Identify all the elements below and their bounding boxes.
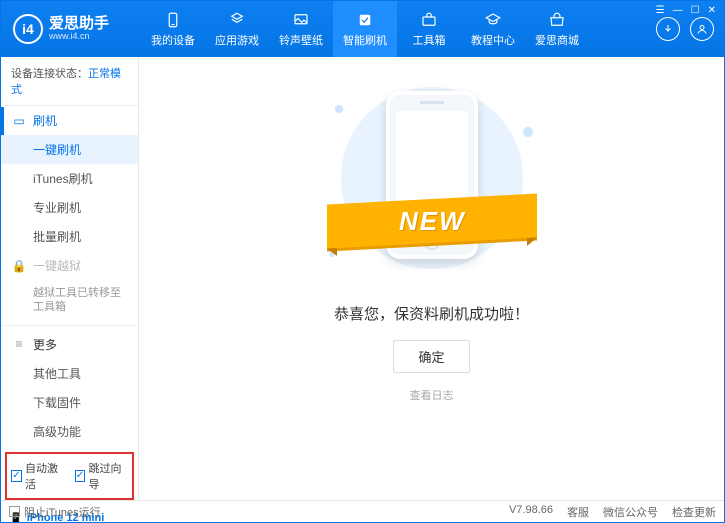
main-nav: 我的设备 应用游戏 铃声壁纸 智能刷机 工具箱 教程中心 [141,1,656,57]
list-icon: ≡ [11,337,27,351]
checkbox-row: ✓自动激活 ✓跳过向导 [5,452,134,500]
lock-icon: 🔒 [11,259,27,273]
store-icon [548,11,566,29]
sidebar-head-label: 更多 [33,336,57,353]
sidebar-item-other-tools[interactable]: 其他工具 [1,359,138,388]
body: 设备连接状态：正常模式 ▭ 刷机 一键刷机 iTunes刷机 专业刷机 批量刷机… [1,57,724,500]
success-illustration: NEW [327,87,537,277]
main-content: NEW 恭喜您，保资料刷机成功啦！ 确定 查看日志 [139,57,724,500]
block-itunes-label[interactable]: 阻止iTunes运行 [24,504,101,520]
sidebar-item-oneclick-flash[interactable]: 一键刷机 [1,135,138,164]
nav-label: 我的设备 [151,32,195,48]
sidebar-item-batch-flash[interactable]: 批量刷机 [1,222,138,251]
nav-store[interactable]: 爱思商城 [525,1,589,57]
wechat-link[interactable]: 微信公众号 [603,504,658,520]
sidebar-jailbreak-note: 越狱工具已转移至工具箱 [1,280,138,321]
sidebar-head-label: 一键越狱 [33,257,81,274]
sidebar-item-pro-flash[interactable]: 专业刷机 [1,193,138,222]
sidebar-head-flash[interactable]: ▭ 刷机 [1,106,138,135]
checkbox-label: 自动激活 [25,460,65,492]
update-link[interactable]: 检查更新 [672,504,716,520]
sidebar-section-jailbreak: 🔒 一键越狱 越狱工具已转移至工具箱 [1,251,138,321]
tutorial-icon [484,11,502,29]
top-right-icons [656,17,724,41]
checkbox-skip-wizard[interactable]: ✓跳过向导 [75,460,129,492]
view-log-link[interactable]: 查看日志 [410,387,454,403]
brand: i4 爱思助手 www.i4.cn [1,14,141,44]
sidebar-section-more: ≡ 更多 其他工具 下载固件 高级功能 [1,325,138,446]
wallpaper-icon [292,11,310,29]
phone-icon: ▭ [11,114,27,128]
close-icon[interactable]: ✕ [708,5,716,16]
nav-my-device[interactable]: 我的设备 [141,1,205,57]
success-message: 恭喜您，保资料刷机成功啦！ [334,303,529,324]
conn-label: 设备连接状态： [11,68,88,80]
maximize-icon[interactable]: ☐ [691,5,700,16]
nav-label: 爱思商城 [535,32,579,48]
nav-label: 铃声壁纸 [279,32,323,48]
sidebar-item-advanced[interactable]: 高级功能 [1,417,138,446]
nav-label: 应用游戏 [215,32,259,48]
user-button[interactable] [690,17,714,41]
brand-logo-icon: i4 [13,14,43,44]
nav-tutorials[interactable]: 教程中心 [461,1,525,57]
app-window: ☰ — ☐ ✕ i4 爱思助手 www.i4.cn 我的设备 应用游戏 铃声壁纸 [0,0,725,523]
download-button[interactable] [656,17,680,41]
nav-smart-flash[interactable]: 智能刷机 [333,1,397,57]
nav-ringtones[interactable]: 铃声壁纸 [269,1,333,57]
checkbox-icon: ✓ [75,470,86,482]
menu-icon[interactable]: ☰ [656,5,665,16]
minimize-icon[interactable]: — [673,5,683,16]
sidebar-item-download-firmware[interactable]: 下载固件 [1,388,138,417]
toolbox-icon [420,11,438,29]
sidebar-head-jailbreak[interactable]: 🔒 一键越狱 [1,251,138,280]
checkbox-icon[interactable] [9,506,20,517]
ok-button[interactable]: 确定 [393,340,469,373]
nav-label: 智能刷机 [343,32,387,48]
brand-subtitle: www.i4.cn [49,32,109,42]
support-link[interactable]: 客服 [567,504,589,520]
window-controls: ☰ — ☐ ✕ [656,5,716,16]
nav-apps[interactable]: 应用游戏 [205,1,269,57]
nav-toolbox[interactable]: 工具箱 [397,1,461,57]
sidebar-head-label: 刷机 [33,112,57,129]
sidebar-section-flash: ▭ 刷机 一键刷机 iTunes刷机 专业刷机 批量刷机 [1,106,138,251]
sidebar: 设备连接状态：正常模式 ▭ 刷机 一键刷机 iTunes刷机 专业刷机 批量刷机… [1,57,139,500]
checkbox-label: 跳过向导 [88,460,128,492]
version-label: V7.98.66 [509,504,553,520]
device-icon [164,11,182,29]
checkbox-auto-activate[interactable]: ✓自动激活 [11,460,65,492]
nav-label: 教程中心 [471,32,515,48]
brand-title: 爱思助手 [49,16,109,33]
apps-icon [228,11,246,29]
nav-label: 工具箱 [413,32,446,48]
connection-status: 设备连接状态：正常模式 [1,57,138,106]
sidebar-head-more[interactable]: ≡ 更多 [1,330,138,359]
sidebar-item-itunes-flash[interactable]: iTunes刷机 [1,164,138,193]
topbar: i4 爱思助手 www.i4.cn 我的设备 应用游戏 铃声壁纸 智能刷机 [1,1,724,57]
flash-icon [356,11,374,29]
checkbox-icon: ✓ [11,470,22,482]
